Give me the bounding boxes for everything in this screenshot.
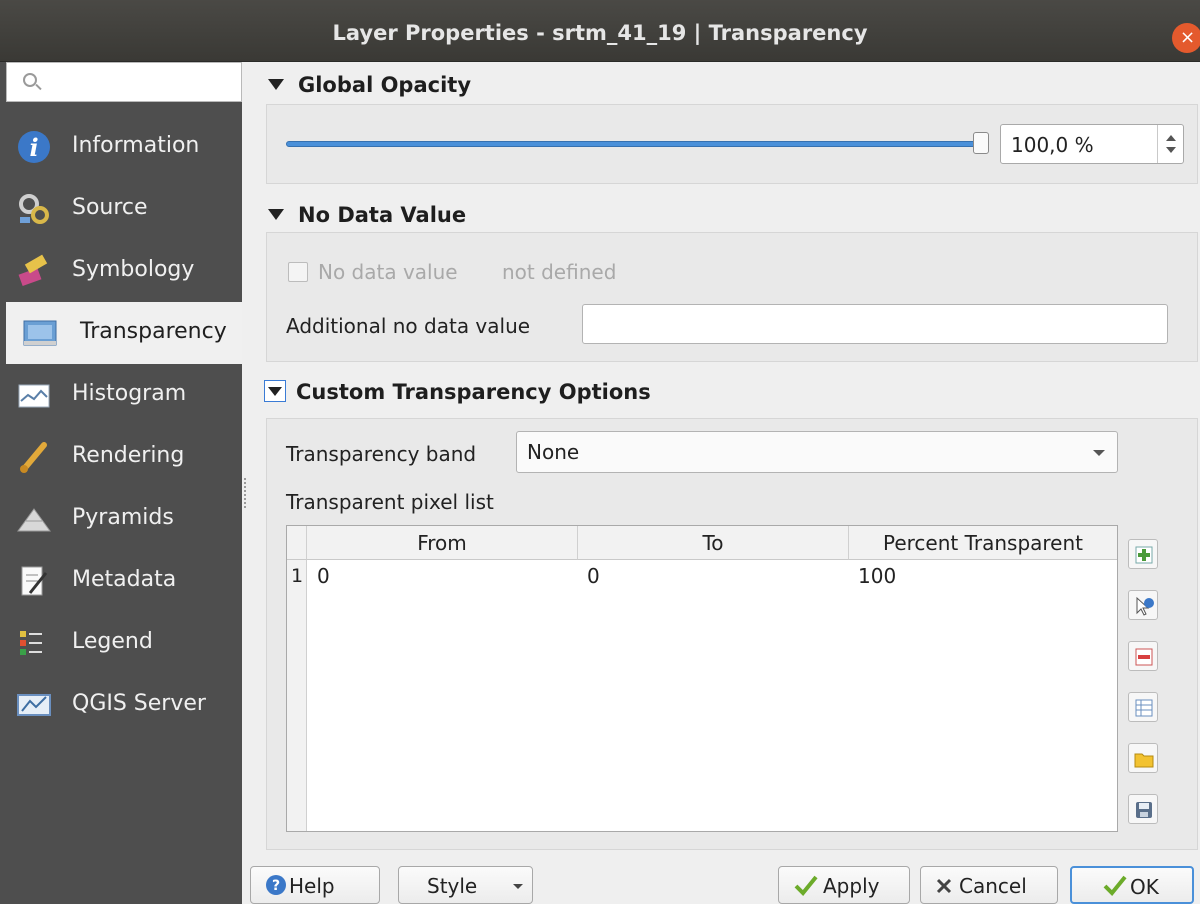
import-file-icon xyxy=(1134,753,1154,768)
opacity-slider-handle[interactable] xyxy=(973,132,989,154)
legend-icon xyxy=(20,631,42,655)
row-number: 1 xyxy=(291,565,304,587)
sidebar-item-label: Symbology xyxy=(72,257,195,282)
cancel-button[interactable]: Cancel xyxy=(920,866,1058,904)
table-cell-percent[interactable]: 100 xyxy=(858,564,896,588)
qgis-server-icon xyxy=(17,694,51,716)
sidebar-item-label: Information xyxy=(72,133,200,158)
add-value-button[interactable] xyxy=(1128,539,1158,569)
search-icon xyxy=(23,73,37,87)
remove-value-icon xyxy=(1135,648,1153,666)
row-header: 1 xyxy=(287,560,307,831)
close-icon xyxy=(936,878,952,894)
sidebar: i Information Source Symbology Transpare… xyxy=(0,62,242,904)
close-button[interactable]: × xyxy=(1172,23,1200,53)
spin-up-icon[interactable] xyxy=(1166,135,1176,141)
add-value-icon xyxy=(1135,546,1153,564)
table-corner xyxy=(287,526,307,560)
sidebar-item-label: Source xyxy=(72,195,148,220)
histogram-icon xyxy=(18,384,50,408)
sidebar-item-label: Transparency xyxy=(80,319,227,344)
sidebar-item-metadata[interactable]: Metadata xyxy=(0,550,242,612)
svg-text:?: ? xyxy=(272,878,280,894)
collapse-arrow-icon xyxy=(268,209,284,220)
no-data-checkbox-label: No data value xyxy=(318,260,458,284)
opacity-value: 100,0 % xyxy=(1011,133,1094,157)
sidebar-item-rendering[interactable]: Rendering xyxy=(0,426,242,488)
transparency-page: Global Opacity 100,0 % No Data Value No … xyxy=(244,62,1200,850)
transparency-band-select[interactable]: None xyxy=(516,431,1118,473)
search-box[interactable] xyxy=(6,62,242,102)
chevron-down-icon xyxy=(1093,450,1105,456)
transparent-pixel-table[interactable]: From To Percent Transparent 1 0 0 100 xyxy=(286,525,1118,832)
help-button[interactable]: ? Help xyxy=(250,866,380,904)
global-opacity-header[interactable]: Global Opacity xyxy=(268,73,471,97)
sidebar-item-label: Pyramids xyxy=(72,505,174,530)
sidebar-item-label: Metadata xyxy=(72,567,177,592)
title-bar: Layer Properties - srtm_41_19 | Transpar… xyxy=(0,0,1200,62)
metadata-icon xyxy=(21,566,48,596)
sidebar-item-transparency[interactable]: Transparency xyxy=(6,302,242,364)
information-icon: i xyxy=(18,131,50,163)
svg-text:i: i xyxy=(29,133,38,162)
export-file-icon xyxy=(1136,802,1152,818)
checkmark-icon xyxy=(1103,875,1127,896)
default-values-button[interactable] xyxy=(1128,692,1158,722)
sidebar-item-label: Histogram xyxy=(72,381,187,406)
search-input[interactable] xyxy=(43,67,233,97)
sidebar-item-label: Legend xyxy=(72,629,153,654)
sidebar-item-source[interactable]: Source xyxy=(0,178,242,240)
symbology-icon xyxy=(18,254,48,287)
sidebar-item-pyramids[interactable]: Pyramids xyxy=(0,488,242,550)
apply-button[interactable]: Apply xyxy=(778,866,910,904)
window-title: Layer Properties - srtm_41_19 | Transpar… xyxy=(332,21,868,45)
source-icon xyxy=(19,194,49,224)
pick-from-display-icon xyxy=(1136,596,1154,616)
export-file-button[interactable] xyxy=(1128,794,1158,824)
rendering-icon xyxy=(20,442,47,473)
transparency-band-label: Transparency band xyxy=(286,442,477,466)
sidebar-item-label: QGIS Server xyxy=(72,691,206,716)
spin-down-icon[interactable] xyxy=(1166,147,1176,153)
table-cell-from[interactable]: 0 xyxy=(317,564,330,588)
sidebar-item-legend[interactable]: Legend xyxy=(0,612,242,674)
pixel-list-label: Transparent pixel list xyxy=(286,490,494,514)
help-icon: ? xyxy=(266,875,286,895)
transparency-icon xyxy=(23,320,57,346)
custom-transparency-header[interactable]: Custom Transparency Options xyxy=(264,380,651,404)
remove-value-button[interactable] xyxy=(1128,641,1158,671)
checkmark-icon xyxy=(794,875,818,896)
import-file-button[interactable] xyxy=(1128,743,1158,773)
style-button[interactable]: Style xyxy=(398,866,533,904)
no-data-checkbox[interactable] xyxy=(288,262,308,282)
sidebar-item-histogram[interactable]: Histogram xyxy=(0,364,242,426)
spin-arrows[interactable] xyxy=(1157,125,1183,163)
collapse-arrow-icon[interactable] xyxy=(264,380,286,402)
no-data-status: not defined xyxy=(502,260,617,284)
pyramids-icon xyxy=(17,508,51,532)
additional-no-data-label: Additional no data value xyxy=(286,314,531,338)
column-header-from[interactable]: From xyxy=(307,526,578,560)
column-header-percent[interactable]: Percent Transparent xyxy=(849,526,1117,560)
column-header-to[interactable]: To xyxy=(578,526,849,560)
layer-properties-dialog: Layer Properties - srtm_41_19 | Transpar… xyxy=(0,0,1200,904)
table-cell-to[interactable]: 0 xyxy=(587,564,600,588)
collapse-arrow-icon xyxy=(268,79,284,90)
sidebar-item-qgis-server[interactable]: QGIS Server xyxy=(0,674,242,736)
sidebar-item-label: Rendering xyxy=(72,443,185,468)
default-values-icon xyxy=(1135,699,1153,717)
transparency-band-value: None xyxy=(527,440,580,464)
no-data-header[interactable]: No Data Value xyxy=(268,203,466,227)
sidebar-item-symbology[interactable]: Symbology xyxy=(0,240,242,302)
additional-no-data-input[interactable] xyxy=(582,304,1168,344)
sidebar-item-information[interactable]: i Information xyxy=(0,116,242,178)
opacity-spinbox[interactable]: 100,0 % xyxy=(1000,124,1184,164)
chevron-down-icon xyxy=(513,884,523,889)
pick-from-display-button[interactable] xyxy=(1128,590,1158,620)
opacity-slider[interactable] xyxy=(286,141,986,147)
ok-button[interactable]: OK xyxy=(1070,866,1194,904)
